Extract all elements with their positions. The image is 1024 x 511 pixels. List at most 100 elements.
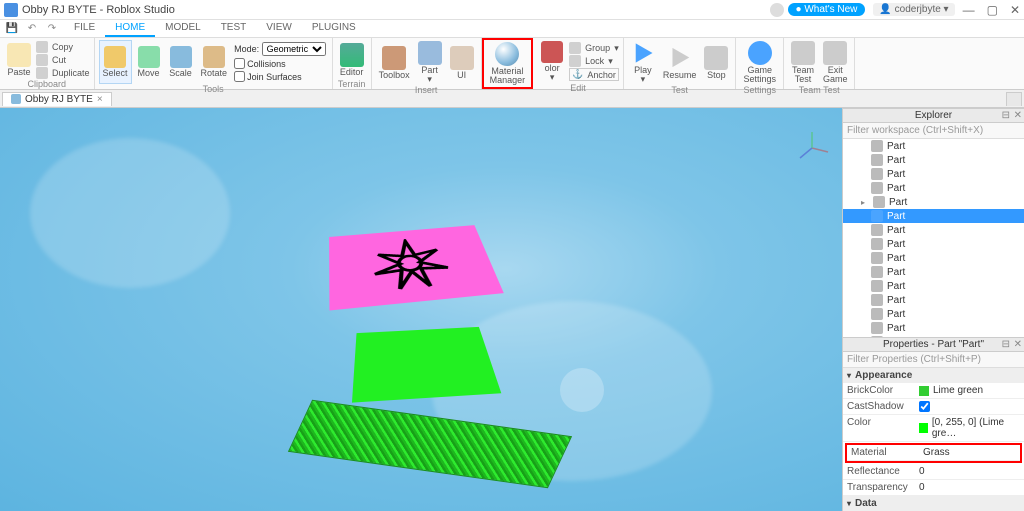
tree-item-part[interactable]: Part xyxy=(843,167,1024,181)
tree-item-part[interactable]: Part xyxy=(843,181,1024,195)
prop-color[interactable]: Color[0, 255, 0] (Lime gre… xyxy=(843,415,1024,442)
prop-transparency[interactable]: Transparency0 xyxy=(843,480,1024,496)
green-part[interactable] xyxy=(352,327,501,403)
menutab-home[interactable]: HOME xyxy=(105,20,155,37)
exit-game-button[interactable]: Exit Game xyxy=(820,40,851,85)
qat-undo-icon[interactable]: ↶ xyxy=(24,22,40,36)
qat-save-icon[interactable]: 💾 xyxy=(4,22,20,36)
paste-button[interactable]: Paste xyxy=(4,40,34,79)
tree-item-part[interactable]: Part xyxy=(843,139,1024,153)
data-section[interactable]: ▾Data xyxy=(843,496,1024,511)
part-icon xyxy=(873,196,885,208)
material-manager-button[interactable]: Material Manager xyxy=(487,41,529,86)
part-icon xyxy=(871,322,883,334)
explorer-close-icon[interactable]: ✕ xyxy=(1014,110,1022,121)
part-icon xyxy=(871,210,883,222)
part-icon xyxy=(871,252,883,264)
select-button[interactable]: Select xyxy=(99,40,132,84)
tree-item-part[interactable]: Part xyxy=(843,307,1024,321)
tree-item-part[interactable]: Part xyxy=(843,279,1024,293)
stop-button[interactable]: Stop xyxy=(701,40,731,85)
app-icon xyxy=(4,3,18,17)
ribbon: Paste Copy Cut Duplicate Clipboard Selec… xyxy=(0,38,1024,90)
menutab-view[interactable]: VIEW xyxy=(256,20,302,37)
tree-item-part[interactable]: Part xyxy=(843,265,1024,279)
cut-button[interactable]: Cut xyxy=(36,54,90,66)
menutab-file[interactable]: FILE xyxy=(64,20,105,37)
tree-item-part[interactable]: ▸Part xyxy=(843,195,1024,209)
part-icon xyxy=(871,168,883,180)
toolbox-button[interactable]: Toolbox xyxy=(376,40,413,85)
part-icon xyxy=(871,308,883,320)
tree-item-part[interactable]: Part xyxy=(843,153,1024,167)
appearance-section[interactable]: ▾Appearance xyxy=(843,368,1024,383)
user-badge[interactable]: 👤 coderjbyte ▾ xyxy=(873,3,954,16)
menutab-test[interactable]: TEST xyxy=(211,20,257,37)
part-icon xyxy=(871,280,883,292)
menutab-model[interactable]: MODEL xyxy=(155,20,211,37)
properties-close-icon[interactable]: ✕ xyxy=(1014,339,1022,350)
properties-filter[interactable]: Filter Properties (Ctrl+Shift+P) xyxy=(843,352,1024,368)
moon-icon xyxy=(560,368,604,412)
part-icon xyxy=(871,266,883,278)
tree-item-part[interactable]: Part xyxy=(843,321,1024,335)
play-button[interactable]: Play▾ xyxy=(628,40,658,85)
part-icon xyxy=(871,182,883,194)
mode-select[interactable]: Geometric xyxy=(262,42,326,56)
castshadow-checkbox[interactable] xyxy=(919,401,930,412)
copy-button[interactable]: Copy xyxy=(36,41,90,53)
tree-item-part[interactable]: Part xyxy=(843,223,1024,237)
minimize-button[interactable]: — xyxy=(963,3,975,17)
whats-new-button[interactable]: ● What's New xyxy=(788,3,866,16)
viewport-3d[interactable] xyxy=(0,108,842,511)
document-tab-close[interactable]: × xyxy=(97,94,103,105)
explorer-filter[interactable]: Filter workspace (Ctrl+Shift+X) xyxy=(843,123,1024,139)
part-icon xyxy=(871,224,883,236)
menutab-plugins[interactable]: PLUGINS xyxy=(302,20,366,37)
menu-bar: 💾 ↶ ↷ FILEHOMEMODELTESTVIEWPLUGINS xyxy=(0,20,1024,38)
properties-header: Properties - Part "Part" ⊟ ✕ xyxy=(843,337,1024,352)
resume-button[interactable]: Resume xyxy=(660,40,700,85)
tree-item-part[interactable]: Part xyxy=(843,293,1024,307)
prop-material[interactable]: MaterialGrass xyxy=(847,445,1020,461)
anchor-button[interactable]: ⚓Anchor xyxy=(569,68,619,81)
collab-icon[interactable] xyxy=(770,3,784,17)
part-icon xyxy=(871,140,883,152)
prop-castshadow[interactable]: CastShadow xyxy=(843,399,1024,415)
scale-button[interactable]: Scale xyxy=(166,40,196,84)
duplicate-button[interactable]: Duplicate xyxy=(36,67,90,79)
move-button[interactable]: Move xyxy=(134,40,164,84)
part-icon xyxy=(871,294,883,306)
axis-gizmo[interactable] xyxy=(792,128,832,168)
team-test-button[interactable]: Team Test xyxy=(788,40,818,85)
collisions-checkbox[interactable]: Collisions xyxy=(234,58,326,69)
explorer-header: Explorer ⊟ ✕ xyxy=(843,108,1024,123)
terrain-editor-button[interactable]: Editor xyxy=(337,40,367,79)
tree-item-part[interactable]: Part xyxy=(843,251,1024,265)
close-button[interactable]: ✕ xyxy=(1010,3,1020,17)
tree-item-part[interactable]: Part xyxy=(843,237,1024,251)
tree-item-part[interactable]: Part xyxy=(843,209,1024,223)
window-title: Obby RJ BYTE - Roblox Studio xyxy=(22,4,770,16)
explorer-tree[interactable]: PartPartPartPart▸PartPartPartPartPartPar… xyxy=(843,139,1024,337)
explorer-pin-icon[interactable]: ⊟ xyxy=(1002,110,1010,121)
group-button[interactable]: Group ▾ xyxy=(569,42,619,54)
join-surfaces-checkbox[interactable]: Join Surfaces xyxy=(234,71,326,82)
part-icon xyxy=(871,154,883,166)
qat-redo-icon[interactable]: ↷ xyxy=(44,22,60,36)
properties-pin-icon[interactable]: ⊟ xyxy=(1002,339,1010,350)
title-bar: Obby RJ BYTE - Roblox Studio ● What's Ne… xyxy=(0,0,1024,20)
rotate-button[interactable]: Rotate xyxy=(198,40,231,84)
part-icon xyxy=(871,238,883,250)
game-settings-button[interactable]: Game Settings xyxy=(740,40,779,85)
pink-part[interactable] xyxy=(329,225,504,310)
prop-reflectance[interactable]: Reflectance0 xyxy=(843,464,1024,480)
prop-brickcolor[interactable]: BrickColorLime green xyxy=(843,383,1024,399)
viewport-layout-icon[interactable] xyxy=(1006,92,1022,106)
maximize-button[interactable]: ▢ xyxy=(987,3,998,17)
ui-button[interactable]: UI xyxy=(447,40,477,85)
part-button[interactable]: Part▾ xyxy=(415,40,445,85)
color-button[interactable]: olor▾ xyxy=(537,40,567,83)
lock-button[interactable]: Lock ▾ xyxy=(569,55,619,67)
document-tab[interactable]: Obby RJ BYTE × xyxy=(2,92,112,106)
